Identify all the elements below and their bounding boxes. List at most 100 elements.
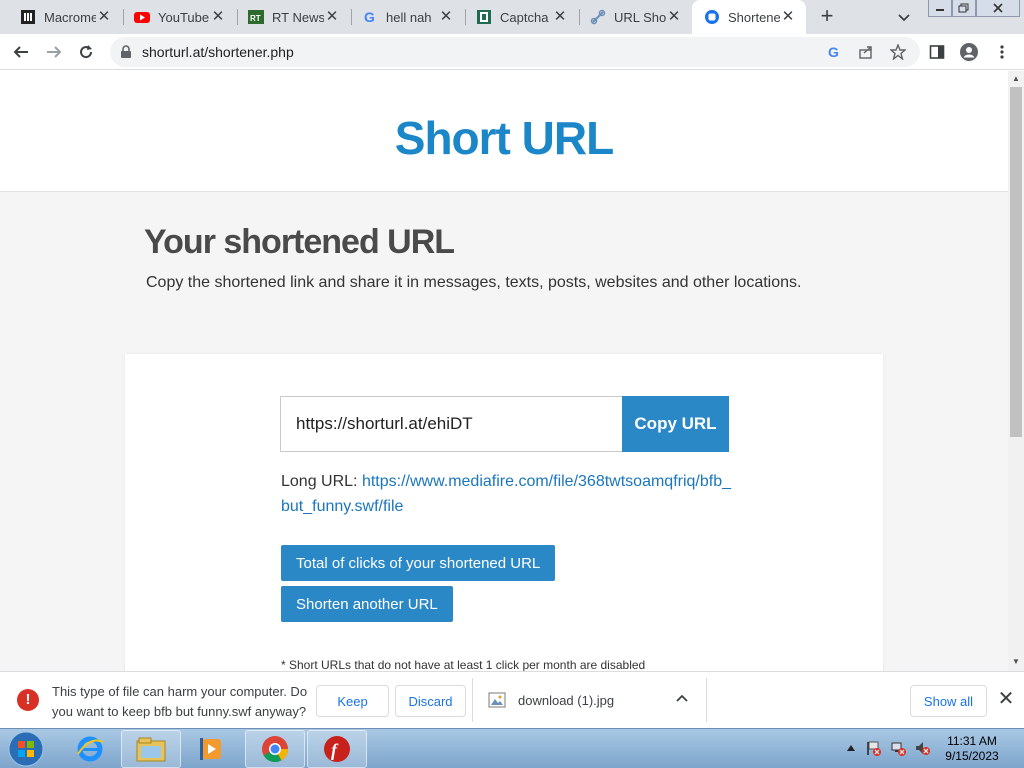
total-clicks-button[interactable]: Total of clicks of your shortened URL — [281, 545, 556, 581]
action-center-flag-icon[interactable] — [864, 739, 882, 757]
keep-button[interactable]: Keep — [316, 685, 389, 717]
captcha-icon — [476, 9, 492, 25]
lock-icon[interactable] — [120, 45, 132, 64]
reload-button[interactable] — [74, 40, 98, 64]
close-icon[interactable]: ✕ — [96, 9, 112, 25]
profile-avatar-icon[interactable] — [959, 42, 979, 62]
side-panel-icon[interactable] — [927, 42, 947, 62]
taskbar-chrome[interactable] — [245, 730, 305, 768]
media-player-icon — [200, 738, 221, 760]
url-text[interactable]: shorturl.at/shortener.php — [142, 44, 294, 60]
tab-shortener[interactable]: Shortene ✕ — [692, 0, 806, 34]
page-title: Your shortened URL — [144, 223, 455, 261]
shorten-another-button[interactable]: Shorten another URL — [281, 586, 453, 622]
disclaimer-note: * Short URLs that do not have at least 1… — [281, 658, 646, 671]
internet-explorer-icon — [77, 736, 104, 762]
close-icon[interactable]: ✕ — [552, 9, 568, 25]
bookmark-star-icon[interactable] — [889, 43, 907, 61]
download-separator — [472, 678, 473, 722]
show-all-button[interactable]: Show all — [910, 685, 987, 717]
rt-news-icon: RT — [248, 9, 264, 25]
result-card: Copy URL Long URL: https://www.mediafire… — [125, 354, 883, 671]
close-icon[interactable]: ✕ — [996, 689, 1016, 709]
close-icon[interactable]: ✕ — [324, 9, 340, 25]
tray-expand-icon[interactable] — [842, 739, 860, 757]
forward-arrow-icon — [47, 46, 62, 58]
site-header: Short URL — [0, 71, 1008, 192]
warning-icon: ! — [17, 689, 39, 711]
start-button[interactable] — [4, 730, 48, 768]
window-close-button[interactable] — [976, 0, 1020, 17]
tab-strip: Macrome ✕ YouTube ✕ RT RT News ✕ G hell … — [0, 0, 1024, 34]
site-title[interactable]: Short URL — [0, 111, 1008, 165]
close-icon[interactable]: ✕ — [210, 9, 226, 25]
taskbar-media-player[interactable] — [182, 730, 242, 768]
new-tab-button[interactable]: + — [815, 5, 839, 29]
browser-toolbar: shorturl.at/shortener.php G — [0, 34, 1024, 70]
minimize-button[interactable] — [928, 0, 952, 17]
macromedia-icon — [20, 9, 36, 25]
google-translate-icon[interactable]: G — [826, 44, 842, 60]
discard-button[interactable]: Discard — [395, 685, 466, 717]
svg-text:RT: RT — [250, 14, 261, 23]
tab-title: URL Shor — [614, 9, 666, 25]
tab-rt-news[interactable]: RT RT News ✕ — [236, 0, 350, 34]
scroll-up-arrow-icon[interactable]: ▲ — [1012, 74, 1020, 83]
tab-google[interactable]: G hell nah ✕ — [350, 0, 464, 34]
download-separator — [706, 678, 707, 722]
page-scrollbar[interactable]: ▲ ▼ — [1008, 71, 1024, 671]
tab-title: Captcha — [500, 9, 549, 25]
address-bar[interactable]: shorturl.at/shortener.php G — [110, 37, 920, 67]
copy-url-button[interactable]: Copy URL — [622, 396, 729, 452]
windows-taskbar: f 11:31 AM 9/15/2023 — [0, 728, 1024, 768]
youtube-icon — [134, 9, 150, 25]
chevron-up-icon[interactable] — [674, 690, 690, 706]
close-icon[interactable]: ✕ — [666, 9, 682, 25]
image-file-icon — [488, 692, 506, 708]
menu-kebab-icon[interactable] — [992, 42, 1012, 62]
back-button[interactable] — [9, 40, 33, 64]
tab-search-icon[interactable] — [894, 7, 914, 27]
clock-time: 11:31 AM — [947, 734, 997, 748]
close-icon[interactable]: ✕ — [780, 9, 796, 25]
tab-title: Macrome — [44, 9, 96, 25]
long-url-row: Long URL: https://www.mediafire.com/file… — [281, 469, 733, 519]
chrome-icon — [262, 736, 289, 763]
scroll-down-arrow-icon[interactable]: ▼ — [1012, 657, 1020, 666]
tab-youtube[interactable]: YouTube ✕ — [122, 0, 236, 34]
network-icon[interactable] — [889, 739, 907, 757]
clock-date: 9/15/2023 — [945, 749, 999, 763]
system-clock[interactable]: 11:31 AM 9/15/2023 — [936, 734, 1008, 764]
volume-muted-icon[interactable] — [913, 739, 931, 757]
close-icon[interactable]: ✕ — [438, 9, 454, 25]
download-bar: ! This type of file can harm your comput… — [0, 671, 1024, 728]
restore-button[interactable] — [952, 0, 976, 17]
windows-logo-icon — [8, 731, 44, 767]
file-explorer-icon — [136, 737, 166, 762]
svg-text:G: G — [828, 44, 839, 60]
share-icon[interactable] — [858, 44, 874, 60]
back-arrow-icon — [13, 46, 28, 58]
tab-captcha[interactable]: Captcha ✕ — [464, 0, 578, 34]
taskbar-internet-explorer[interactable] — [60, 730, 120, 768]
tab-title: YouTube — [158, 9, 210, 25]
tab-url-shortener[interactable]: URL Shor ✕ — [578, 0, 692, 34]
tab-macromedia[interactable]: Macrome ✕ — [8, 0, 122, 34]
long-url-label: Long URL: — [281, 473, 358, 490]
scrollbar-thumb[interactable] — [1010, 87, 1022, 437]
short-url-input[interactable] — [280, 396, 622, 452]
shortener-icon — [704, 9, 720, 25]
download-item[interactable]: download (1).jpg — [488, 692, 614, 708]
forward-button[interactable] — [42, 40, 66, 64]
page-content: Short URL Your shortened URL Copy the sh… — [0, 71, 1008, 671]
taskbar-file-explorer[interactable] — [121, 730, 181, 768]
tab-title: RT News — [272, 9, 324, 25]
reload-icon — [80, 45, 93, 59]
page-subtitle: Copy the shortened link and share it in … — [146, 274, 802, 291]
taskbar-flash-player[interactable]: f — [307, 730, 367, 768]
svg-text:G: G — [364, 9, 375, 25]
tab-title: Shortene — [728, 9, 780, 25]
tab-title: hell nah — [386, 9, 432, 25]
download-file-name[interactable]: download (1).jpg — [518, 693, 614, 708]
flash-player-icon: f — [324, 736, 350, 762]
